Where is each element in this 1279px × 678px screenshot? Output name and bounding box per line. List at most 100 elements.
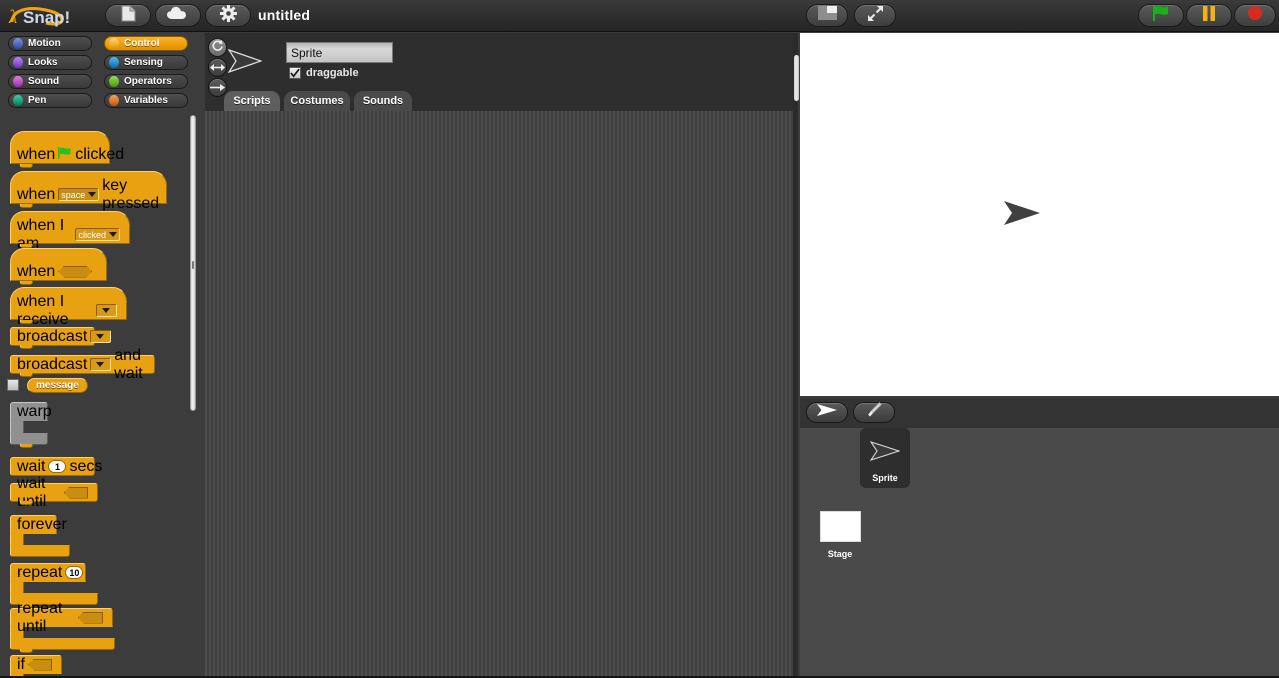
boolean-slot[interactable] [58,265,93,278]
c-bottom [10,545,70,557]
sprite-corral-bar [800,398,1279,428]
block-warp[interactable]: warp [10,402,52,448]
palette-scrollbar[interactable] [190,115,196,411]
category-sensing[interactable]: Sensing [104,55,188,70]
message-watcher-checkbox[interactable] [7,379,19,391]
block-message-reporter[interactable]: message [27,378,88,393]
scripting-area-scrollbar[interactable] [794,55,799,101]
chevron-down-icon [96,334,105,339]
stage-thumbnail [819,511,861,542]
boolean-slot[interactable] [63,486,88,499]
rotate-freely-icon [211,39,224,57]
block-when-i-am[interactable]: when I am clicked [10,211,130,252]
category-variables[interactable]: Variables [104,93,188,108]
corral-sprite-Sprite[interactable]: Sprite [860,428,910,488]
rotation-style-rotate-freely[interactable] [208,38,227,57]
seconds-input[interactable]: 1 [48,460,67,473]
block-broadcast-and-wait[interactable]: broadcast and wait [10,347,155,382]
block-label: wait until [17,474,46,510]
left-right-arrow-icon [210,59,225,77]
block-label: when [17,185,56,203]
block-notch [20,345,33,349]
block-label: when [17,262,56,280]
corral-stage-item[interactable]: Stage [811,511,869,559]
sprite-corral[interactable]: Sprite Stage [800,428,1279,678]
rotation-style-dont-rotate[interactable] [208,78,227,97]
block-notch [20,501,33,505]
block-when-key-pressed[interactable]: when space key pressed [10,171,167,212]
hat-top [10,131,110,145]
c-arm [10,582,24,593]
variables-color-dot [109,95,119,106]
block-when-condition[interactable]: when [10,248,107,285]
add-sprite-button[interactable] [806,402,848,423]
category-looks[interactable]: Looks [8,55,92,70]
tab-scripts[interactable]: Scripts [224,91,280,111]
pause-button[interactable] [1186,4,1232,27]
paint-sprite-button[interactable] [853,402,895,423]
pen-color-dot [13,95,23,106]
svg-text:Snap!: Snap! [23,8,70,27]
chevron-down-icon [96,362,105,367]
stage-sprite-arrow[interactable] [1003,199,1041,232]
fullscreen-button[interactable] [854,4,896,27]
category-control[interactable]: Control [104,36,188,51]
block-repeat-until[interactable]: repeat until [10,600,115,653]
block-notch [20,164,33,168]
block-label: key pressed [102,176,160,212]
gear-icon [219,4,237,27]
message-dropdown[interactable] [96,304,117,317]
block-when-i-receive[interactable]: when I receive [10,287,127,328]
looks-color-dot [13,57,23,68]
scripting-area[interactable] [205,111,797,678]
block-broadcast[interactable]: broadcast [10,327,112,349]
interaction-dropdown[interactable]: clicked [75,228,120,241]
block-label: message [36,380,79,391]
block-when-green-flag-clicked[interactable]: when clicked [10,131,124,168]
repeat-count-input[interactable]: 10 [65,566,84,579]
block-label: forever [17,515,67,533]
c-bottom [10,638,115,653]
block-if[interactable]: if [10,655,62,678]
hat-body: when I am clicked [10,217,130,252]
key-dropdown[interactable]: space [58,188,100,201]
category-pen[interactable]: Pen [8,93,92,108]
c-arm [10,421,24,433]
dropdown-value: space [61,189,86,200]
category-sound[interactable]: Sound [8,74,92,89]
c-arm [10,534,24,545]
draggable-checkbox[interactable] [289,67,301,79]
category-motion[interactable]: Motion [8,36,92,51]
message-dropdown[interactable] [90,330,112,343]
stop-button[interactable] [1234,4,1276,27]
message-dropdown[interactable] [90,358,112,371]
green-flag-icon [58,146,72,164]
block-wait-secs[interactable]: wait 1 secs [10,457,102,476]
tab-sounds[interactable]: Sounds [354,91,412,111]
tab-costumes[interactable]: Costumes [284,91,350,111]
stop-icon [1247,5,1263,26]
block-label: warp [17,402,52,420]
motion-color-dot [13,38,23,49]
stage-size-button[interactable] [806,4,848,27]
blocks-palette[interactable]: when clicked when space key pressed when… [0,112,189,678]
block-wait-until[interactable]: wait until [10,475,98,510]
category-label: Variables [124,95,168,106]
boolean-slot[interactable] [77,611,103,624]
category-operators[interactable]: Operators [104,74,188,89]
boolean-slot[interactable] [28,658,52,671]
file-button[interactable] [105,4,151,27]
cloud-button[interactable] [155,4,201,27]
stage[interactable] [800,33,1279,396]
green-flag-button[interactable] [1138,4,1184,27]
settings-button[interactable] [205,4,251,27]
block-label: secs [69,457,103,475]
block-forever[interactable]: forever [10,515,70,557]
rotation-style-left-right[interactable] [208,58,227,77]
operators-color-dot [109,76,119,87]
block-label: clicked [75,145,125,163]
block-label: repeat until [17,599,63,635]
block-label: broadcast [17,327,88,345]
sprite-name-input[interactable] [286,42,393,63]
snap-logo[interactable]: λ Snap! [6,3,84,29]
